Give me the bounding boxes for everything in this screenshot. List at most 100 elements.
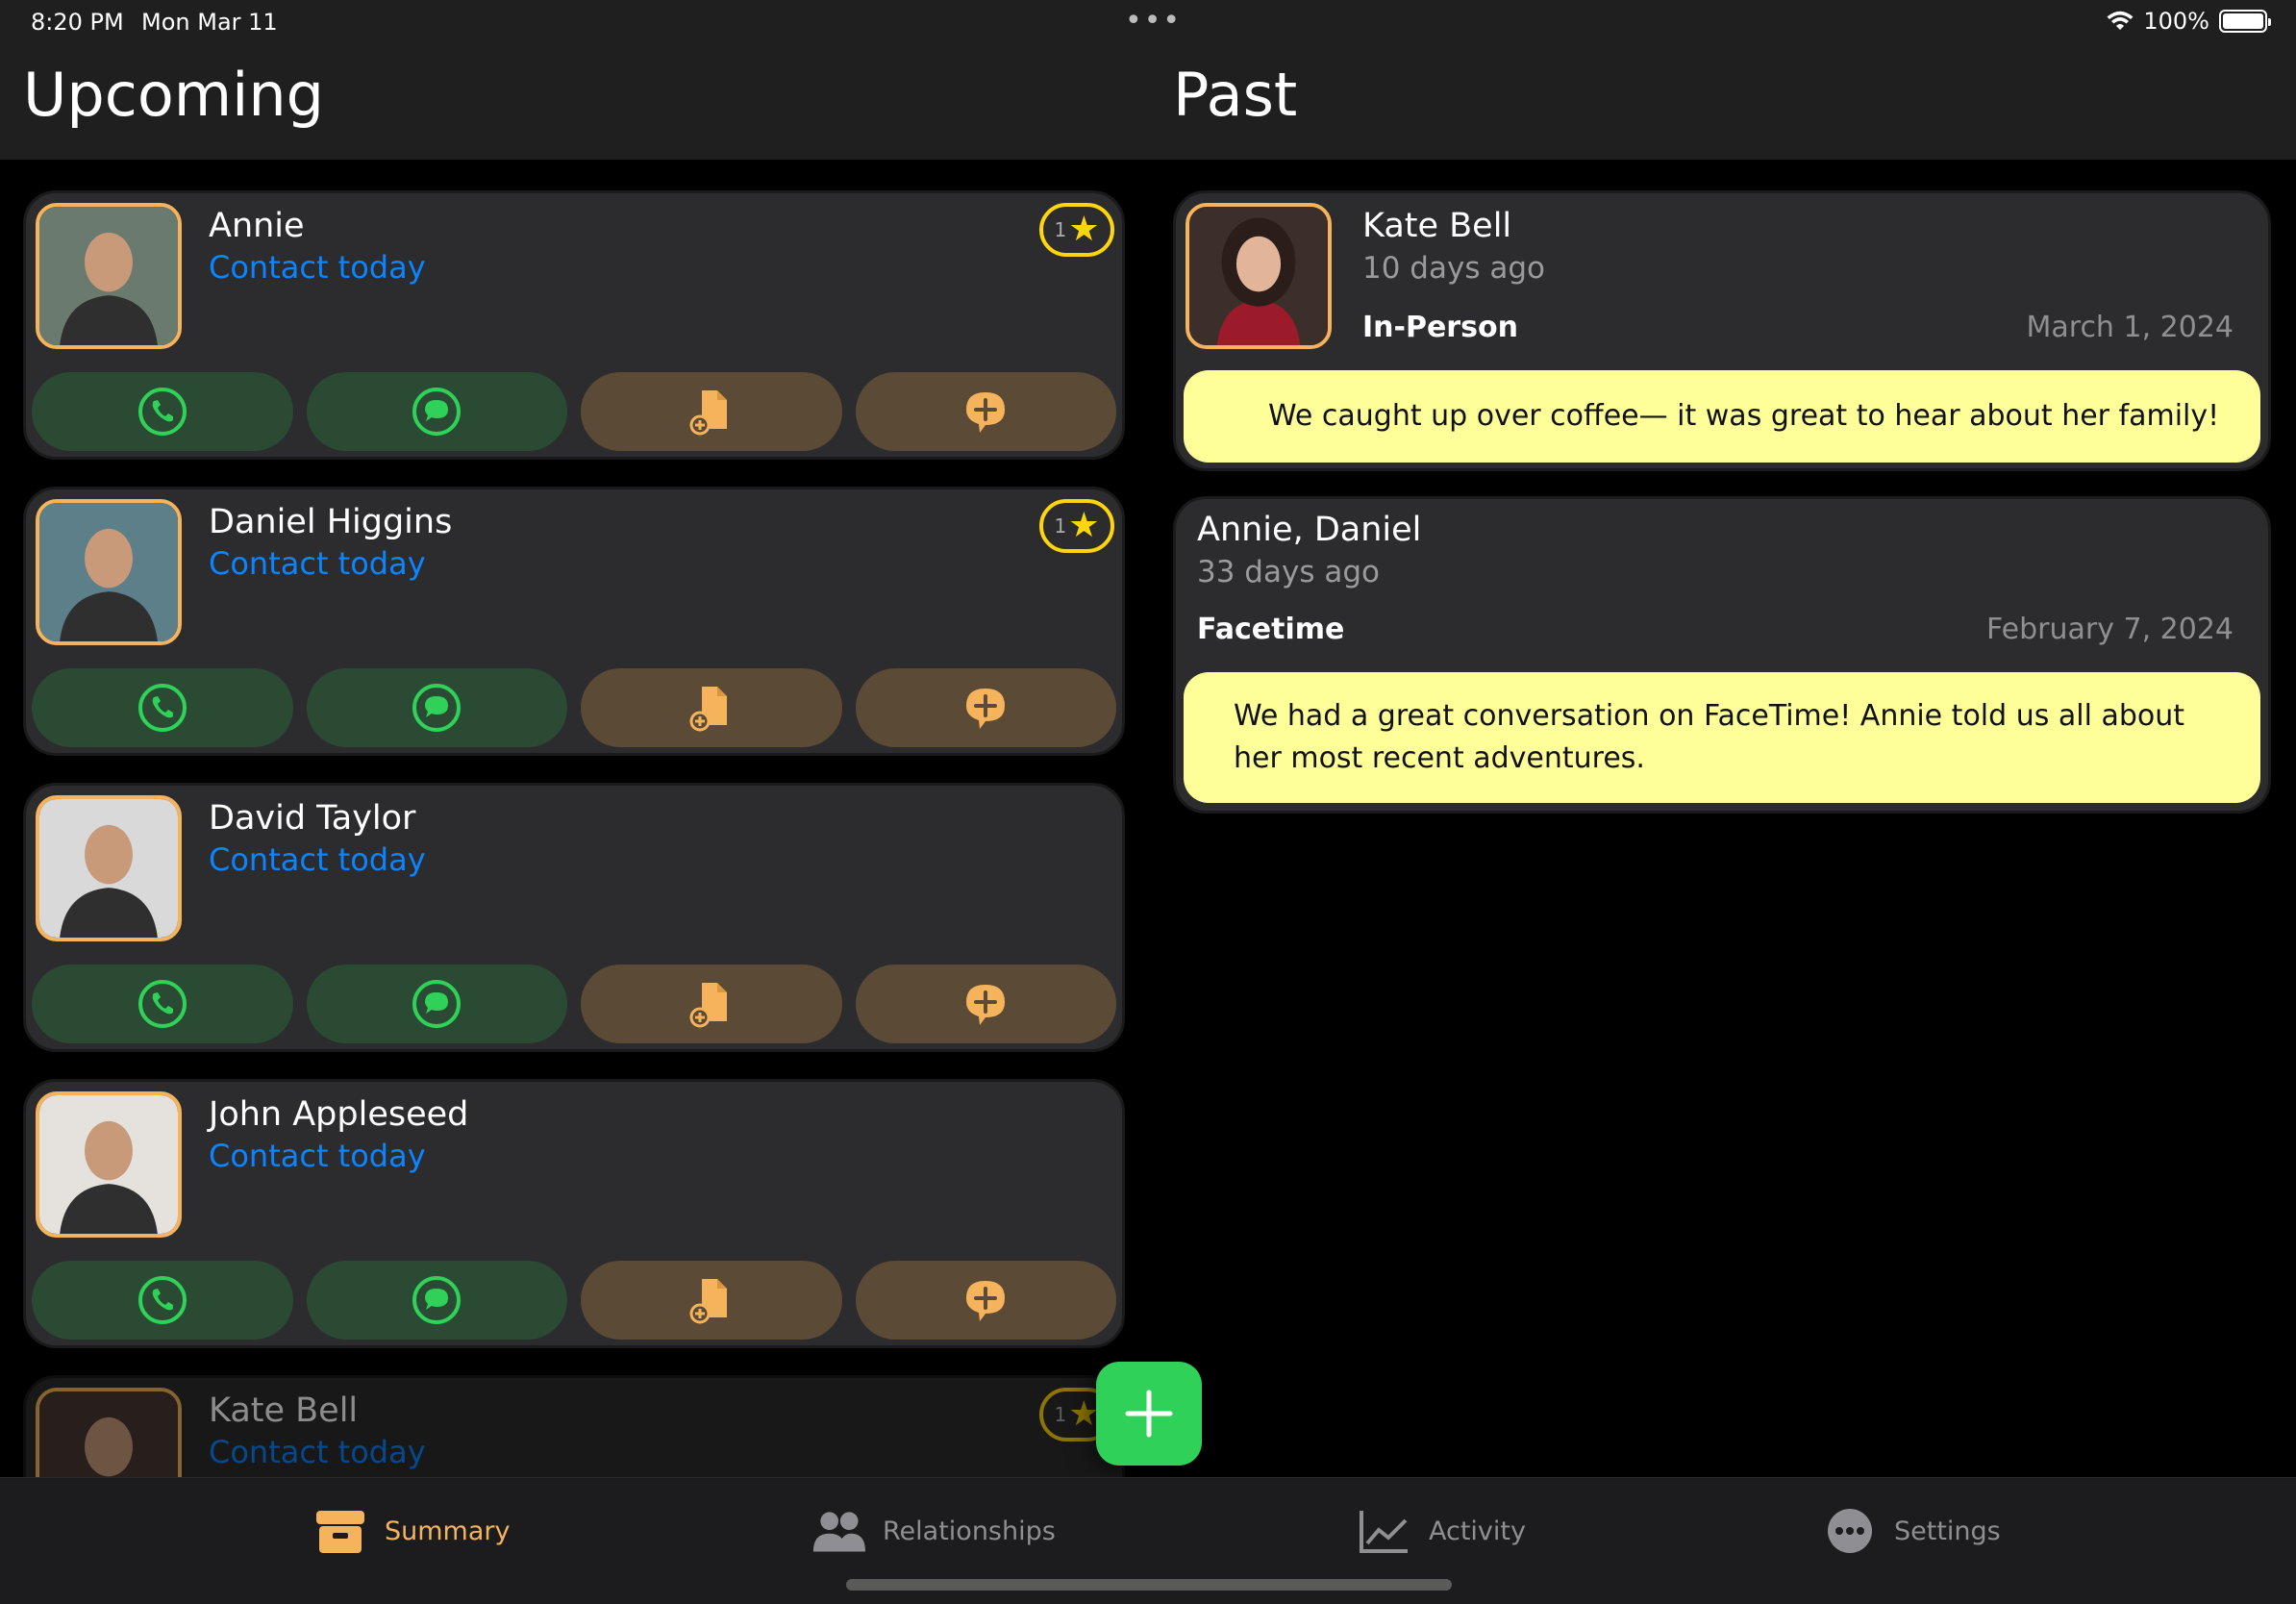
avatar-photo-icon xyxy=(39,1095,178,1234)
phone-icon xyxy=(137,980,187,1028)
contact-status[interactable]: Contact today xyxy=(209,249,426,286)
avatar-photo-icon xyxy=(39,799,178,938)
message-button[interactable] xyxy=(306,668,567,747)
add-note-button[interactable] xyxy=(855,965,1116,1043)
plus-icon xyxy=(1125,1390,1173,1438)
tab-settings-label: Settings xyxy=(1894,1516,2001,1546)
star-icon: ★ xyxy=(1068,506,1100,545)
avatar xyxy=(36,499,182,645)
message-icon xyxy=(412,684,462,732)
wifi-icon xyxy=(2107,11,2134,30)
add-note-icon xyxy=(966,392,1006,433)
add-note-button[interactable] xyxy=(855,372,1116,451)
add-document-button[interactable] xyxy=(581,668,842,747)
contact-actions xyxy=(32,965,1116,1043)
message-button[interactable] xyxy=(306,965,567,1043)
multitasking-dots-icon[interactable]: ••• xyxy=(1125,4,1182,38)
contact-status[interactable]: Contact today xyxy=(209,1138,426,1174)
add-note-button[interactable] xyxy=(855,1261,1116,1340)
contact-card[interactable]: Annie Contact today 1 ★ xyxy=(23,190,1125,460)
past-entry-name: Annie, Daniel xyxy=(1197,511,1422,549)
avatar xyxy=(36,795,182,941)
phone-icon xyxy=(137,388,187,436)
add-document-button[interactable] xyxy=(581,1261,842,1340)
add-document-icon xyxy=(689,390,727,436)
past-entry-date: February 7, 2024 xyxy=(1986,613,2234,646)
tab-relationships[interactable]: Relationships xyxy=(811,1507,1056,1555)
add-document-button[interactable] xyxy=(581,372,842,451)
call-button[interactable] xyxy=(32,1261,293,1340)
past-entry-note: We caught up over coffee— it was great t… xyxy=(1184,370,2260,463)
add-document-icon xyxy=(689,687,727,732)
message-button[interactable] xyxy=(306,1261,567,1340)
contact-status[interactable]: Contact today xyxy=(209,545,426,582)
upcoming-title: Upcoming xyxy=(23,60,325,130)
past-entry-ago: 10 days ago xyxy=(1362,251,1545,286)
avatar-photo-icon xyxy=(39,207,178,345)
tab-summary[interactable]: Summary xyxy=(313,1507,510,1555)
contact-actions xyxy=(32,1261,1116,1340)
ellipsis-circle-icon xyxy=(1828,1509,1872,1553)
badge-count: 1 xyxy=(1054,514,1067,538)
past-entry[interactable]: Annie, Daniel 33 days ago Facetime Febru… xyxy=(1173,496,2271,814)
avatar xyxy=(36,1091,182,1238)
message-icon xyxy=(412,388,462,436)
tab-settings[interactable]: Settings xyxy=(1823,1507,2001,1555)
add-note-icon xyxy=(966,689,1006,729)
upcoming-list: Annie Contact today 1 ★ Daniel Higgins Contac… xyxy=(23,190,1125,1481)
status-time: 8:20 PM xyxy=(31,9,124,36)
tab-activity[interactable]: Activity xyxy=(1358,1507,1526,1555)
add-document-button[interactable] xyxy=(581,965,842,1043)
contact-name: John Appleseed xyxy=(209,1095,469,1134)
contact-card[interactable]: David Taylor Contact today xyxy=(23,783,1125,1052)
contact-card[interactable]: Daniel Higgins Contact today 1 ★ xyxy=(23,487,1125,756)
call-button[interactable] xyxy=(32,965,293,1043)
add-document-icon xyxy=(689,1279,727,1324)
contact-status[interactable]: Contact today xyxy=(209,1434,426,1470)
past-list: Kate Bell 10 days ago In-Person March 1,… xyxy=(1173,190,2271,839)
call-button[interactable] xyxy=(32,668,293,747)
past-entry-date: March 1, 2024 xyxy=(2026,311,2234,344)
contact-name: David Taylor xyxy=(209,799,416,838)
battery-icon xyxy=(2219,10,2271,33)
tab-activity-label: Activity xyxy=(1429,1516,1526,1546)
phone-icon xyxy=(137,1276,187,1324)
add-button[interactable] xyxy=(1096,1362,1202,1466)
avatar xyxy=(36,203,182,349)
home-indicator[interactable] xyxy=(846,1579,1452,1591)
contact-status[interactable]: Contact today xyxy=(209,841,426,878)
add-document-icon xyxy=(689,983,727,1028)
people-icon xyxy=(812,1512,865,1552)
contact-name: Kate Bell xyxy=(209,1391,359,1430)
badge-count: 1 xyxy=(1054,1403,1067,1426)
add-note-icon xyxy=(966,985,1006,1025)
past-entry-ago: 33 days ago xyxy=(1197,555,1380,589)
partial-contact-card: Kate Bell Contact today 1 ★ xyxy=(23,1375,1125,1481)
priority-badge[interactable]: 1 ★ xyxy=(1039,499,1114,553)
contact-card[interactable]: Kate Bell Contact today 1 ★ xyxy=(23,1375,1125,1481)
contact-actions xyxy=(32,372,1116,451)
archive-box-icon xyxy=(316,1511,364,1553)
call-button[interactable] xyxy=(32,372,293,451)
past-entry[interactable]: Kate Bell 10 days ago In-Person March 1,… xyxy=(1173,190,2271,471)
past-title: Past xyxy=(1173,60,1298,130)
avatar-kate-bell-icon xyxy=(1189,207,1328,345)
message-icon xyxy=(412,1276,462,1324)
status-indicators: 100% xyxy=(2107,8,2271,35)
battery-percent: 100% xyxy=(2143,8,2209,35)
contact-name: Daniel Higgins xyxy=(209,503,453,541)
past-entry-type: In-Person xyxy=(1362,311,1518,344)
phone-icon xyxy=(137,684,187,732)
status-bar: 8:20 PM Mon Mar 11 ••• 100% xyxy=(0,0,2296,48)
avatar-photo-icon xyxy=(39,503,178,641)
avatar-photo-icon xyxy=(39,1391,178,1481)
star-icon: ★ xyxy=(1068,1394,1100,1434)
message-button[interactable] xyxy=(306,372,567,451)
priority-badge[interactable]: 1 ★ xyxy=(1039,203,1114,257)
past-entry-type: Facetime xyxy=(1197,613,1345,646)
contact-card[interactable]: John Appleseed Contact today xyxy=(23,1079,1125,1348)
add-note-button[interactable] xyxy=(855,668,1116,747)
add-note-icon xyxy=(966,1281,1006,1321)
past-entry-note: We had a great conversation on FaceTime!… xyxy=(1184,672,2260,803)
header: Upcoming Past xyxy=(0,48,2296,160)
